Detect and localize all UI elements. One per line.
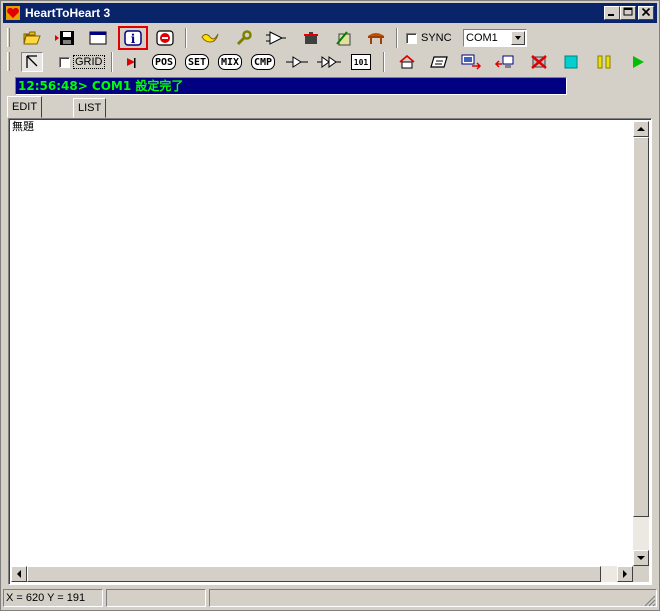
table-icon (368, 33, 384, 44)
close-icon (641, 7, 651, 17)
flag-icon (127, 58, 136, 68)
stop-button[interactable] (154, 28, 176, 48)
open-button[interactable] (21, 28, 43, 48)
grid-checkbox[interactable] (59, 57, 70, 68)
svg-text:i: i (131, 32, 136, 46)
status-pane-2 (106, 589, 206, 607)
erase-button[interactable] (428, 52, 450, 72)
double-step-arrow-icon (317, 56, 341, 68)
title-bar[interactable]: HeartToHeart 3 (3, 3, 657, 23)
connect-button[interactable] (494, 52, 516, 72)
horizontal-scrollbar[interactable] (11, 566, 633, 582)
pause-icon (597, 55, 611, 69)
square-button[interactable] (560, 52, 582, 72)
scroll-left-button[interactable] (11, 566, 27, 582)
stop-icon (156, 30, 174, 46)
select-tool-button[interactable] (21, 52, 43, 72)
cmp-button[interactable]: CMP (251, 54, 275, 70)
save-button[interactable] (54, 28, 76, 48)
port-select[interactable]: COM1 (463, 29, 527, 47)
tool-button[interactable] (333, 28, 355, 48)
arrow-up-icon (637, 127, 645, 131)
transfer-button[interactable] (460, 52, 482, 72)
window-title: HeartToHeart 3 (25, 6, 111, 20)
sync-label: SYNC (421, 32, 452, 44)
horizontal-scroll-thumb[interactable] (27, 566, 601, 582)
arrow-right-icon (623, 570, 627, 578)
bird-icon (201, 33, 219, 43)
minimize-button[interactable] (604, 6, 620, 20)
amplifier-button[interactable] (265, 28, 287, 48)
pos-button[interactable]: POS (152, 54, 176, 70)
tab-list[interactable]: LIST (73, 98, 107, 118)
wrench-icon (236, 30, 252, 46)
home-button[interactable] (396, 52, 418, 72)
square-stop-icon (564, 55, 578, 69)
play-icon (633, 56, 644, 68)
port-select-value: COM1 (466, 32, 498, 44)
computer-transfer-icon (461, 54, 482, 70)
amplifier-icon (266, 31, 286, 45)
edit-toolbar: GRID POS SET MIX CMP 101 (3, 50, 657, 74)
toolbar-grip[interactable] (7, 28, 10, 47)
close-button[interactable] (638, 6, 654, 20)
home-icon (399, 54, 415, 69)
heart-icon (6, 6, 20, 20)
pot-icon (304, 32, 318, 44)
scroll-down-button[interactable] (633, 550, 649, 566)
eraser-icon (430, 56, 448, 68)
port-dropdown-button[interactable] (511, 31, 525, 45)
info-icon: i (124, 30, 142, 46)
resize-grip-icon[interactable] (644, 595, 656, 607)
minimize-icon (608, 14, 614, 16)
status-bar: X = 620 Y = 191 (3, 589, 657, 608)
sync-checkbox[interactable] (406, 33, 417, 44)
double-step-button[interactable] (316, 52, 342, 72)
status-message: 12:56:48> COM1 設定完了 (15, 77, 567, 95)
mix-button[interactable]: MIX (218, 54, 242, 70)
status-pane-3 (209, 589, 657, 607)
disconnect-icon (531, 55, 547, 69)
settings-button[interactable] (233, 28, 255, 48)
document-tool-icon (336, 31, 351, 46)
folder-open-icon (23, 31, 41, 45)
chevron-down-icon (515, 36, 521, 40)
maximize-button[interactable] (620, 6, 636, 20)
io-button[interactable]: 101 (351, 54, 371, 70)
step-arrow-icon (286, 56, 308, 68)
tab-edit[interactable]: EDIT 無題 (7, 96, 42, 133)
connect-icon (494, 55, 514, 68)
grid-label: GRID (73, 55, 105, 69)
arrow-down-icon (637, 556, 645, 560)
flag-button[interactable] (120, 52, 142, 72)
pause-button[interactable] (593, 52, 615, 72)
bird-button[interactable] (199, 28, 221, 48)
main-toolbar: i SYNC COM1 (3, 26, 657, 50)
coordinates-pane: X = 620 Y = 191 (3, 589, 103, 607)
edit-canvas[interactable] (8, 118, 652, 585)
step-button[interactable] (284, 52, 310, 72)
info-button[interactable]: i (118, 26, 148, 50)
table-button[interactable] (365, 28, 387, 48)
pot-button[interactable] (300, 28, 322, 48)
play-button[interactable] (627, 52, 649, 72)
main-window: HeartToHeart 3 i SYNC COM1 GRID POS SET … (0, 0, 660, 611)
toolbar-grip-2[interactable] (7, 52, 10, 71)
maximize-icon (623, 7, 633, 16)
window-icon (89, 31, 107, 45)
vertical-scroll-thumb[interactable] (633, 137, 649, 517)
save-disk-icon (55, 31, 74, 45)
vertical-scrollbar[interactable] (633, 121, 649, 566)
scroll-up-button[interactable] (633, 121, 649, 137)
scroll-right-button[interactable] (617, 566, 633, 582)
window-button[interactable] (87, 28, 109, 48)
set-button[interactable]: SET (185, 54, 209, 70)
scrollbar-corner (633, 566, 649, 582)
disconnect-button[interactable] (528, 52, 550, 72)
arrow-cursor-icon (26, 55, 38, 68)
arrow-left-icon (17, 570, 21, 578)
